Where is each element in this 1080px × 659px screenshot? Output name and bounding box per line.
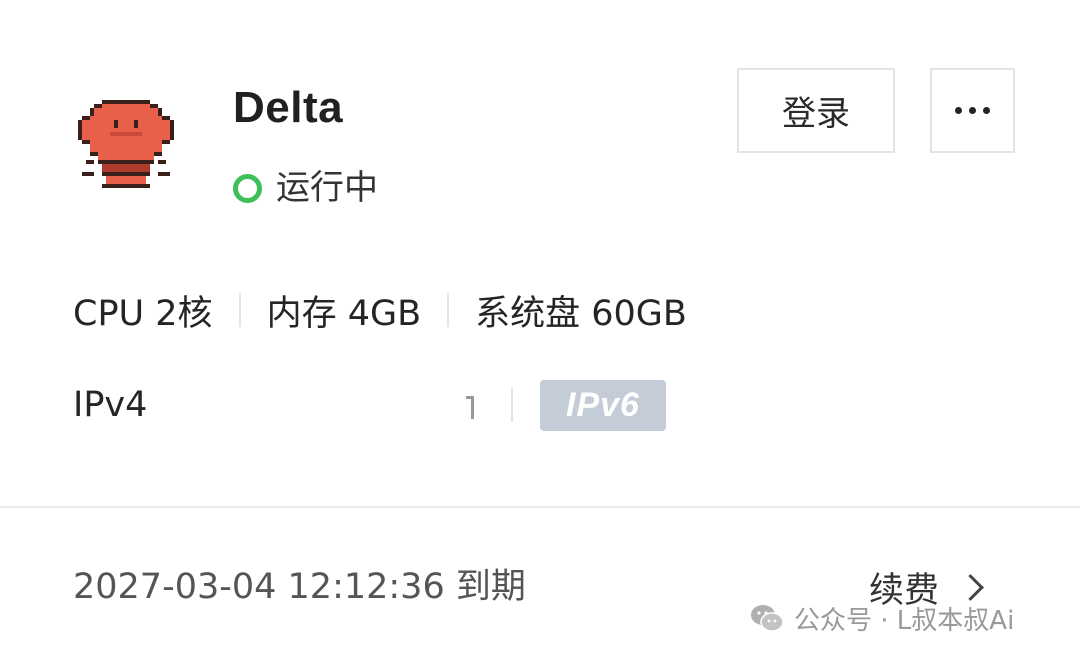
- status-indicator: 运行中: [233, 166, 378, 210]
- watermark: 公众号 · L叔本叔Ai: [750, 598, 1014, 638]
- ipv6-badge: IPv6: [540, 380, 666, 431]
- section-divider: [0, 506, 1080, 508]
- ip-row: IPv4 IPv6: [73, 380, 693, 431]
- cpu-spec: CPU 2核: [73, 293, 213, 334]
- watermark-text: 公众号 · L叔本叔Ai: [794, 605, 1015, 636]
- spec-divider: [238, 293, 241, 327]
- spec-row: CPU 2核 内存 4GB 系统盘 60GB: [73, 287, 687, 334]
- status-ring-icon: [233, 173, 262, 203]
- expiry-text: 2027-03-04 12:12:36 到期: [73, 567, 526, 607]
- more-button[interactable]: [930, 68, 1015, 153]
- pixel-avatar-icon: [78, 100, 174, 188]
- login-button[interactable]: 登录: [737, 68, 895, 153]
- ipv4-label: IPv4: [73, 385, 148, 425]
- server-name: Delta: [233, 83, 344, 132]
- wechat-icon: [751, 605, 784, 632]
- server-card: Delta 运行中 登录 CPU 2核 内存 4GB 系统盘 60GB IPv4…: [0, 0, 1080, 659]
- spec-divider: [447, 293, 450, 327]
- disk-spec: 系统盘 60GB: [475, 293, 687, 334]
- ipv4-address-fragment: [466, 392, 478, 420]
- more-dots-icon: [955, 107, 990, 114]
- status-text: 运行中: [276, 168, 378, 208]
- memory-spec: 内存 4GB: [266, 293, 422, 334]
- ip-divider: [511, 388, 513, 422]
- chevron-right-icon: [957, 573, 984, 601]
